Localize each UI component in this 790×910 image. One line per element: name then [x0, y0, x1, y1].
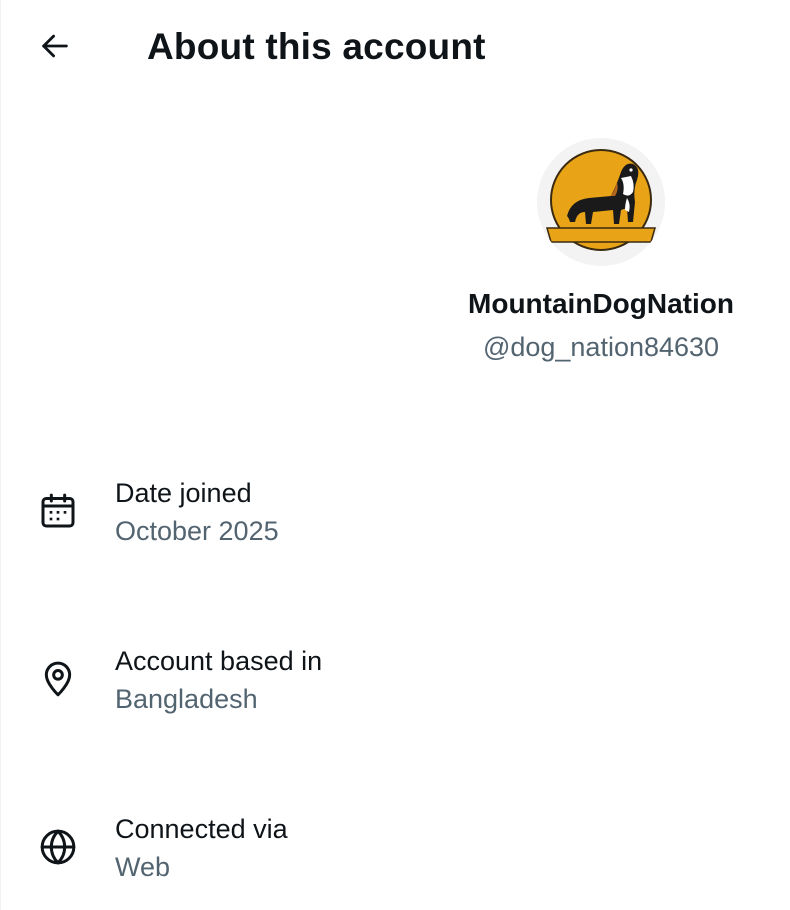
date-joined-label: Date joined — [115, 478, 252, 508]
arrow-left-icon — [38, 29, 72, 68]
profile-section: MountainDogNation @dog_nation84630 — [431, 138, 771, 363]
display-name: MountainDogNation — [468, 288, 734, 319]
account-handle: @dog_nation84630 — [482, 332, 720, 362]
connected-via-label: Connected via — [115, 814, 288, 844]
date-joined-value: October 2025 — [115, 516, 279, 546]
page-title: About this account — [147, 26, 486, 67]
about-account-page: About this account MountainDogNation @do… — [0, 0, 790, 910]
connected-via-value: Web — [115, 852, 171, 882]
avatar[interactable] — [537, 138, 665, 266]
account-based-in-text: Account based in Bangladesh — [115, 644, 322, 716]
connected-via-row: Connected via Web — [1, 812, 790, 902]
location-pin-icon — [37, 658, 79, 700]
account-based-in-value: Bangladesh — [115, 684, 258, 714]
connected-via-text: Connected via Web — [115, 812, 288, 884]
back-button[interactable] — [35, 28, 75, 68]
account-based-in-label: Account based in — [115, 646, 323, 676]
header: About this account — [1, 0, 790, 96]
date-joined-text: Date joined October 2025 — [115, 476, 279, 548]
globe-icon — [37, 826, 79, 868]
calendar-icon — [37, 490, 79, 532]
date-joined-row: Date joined October 2025 — [1, 476, 790, 566]
account-based-in-row: Account based in Bangladesh — [1, 644, 790, 734]
